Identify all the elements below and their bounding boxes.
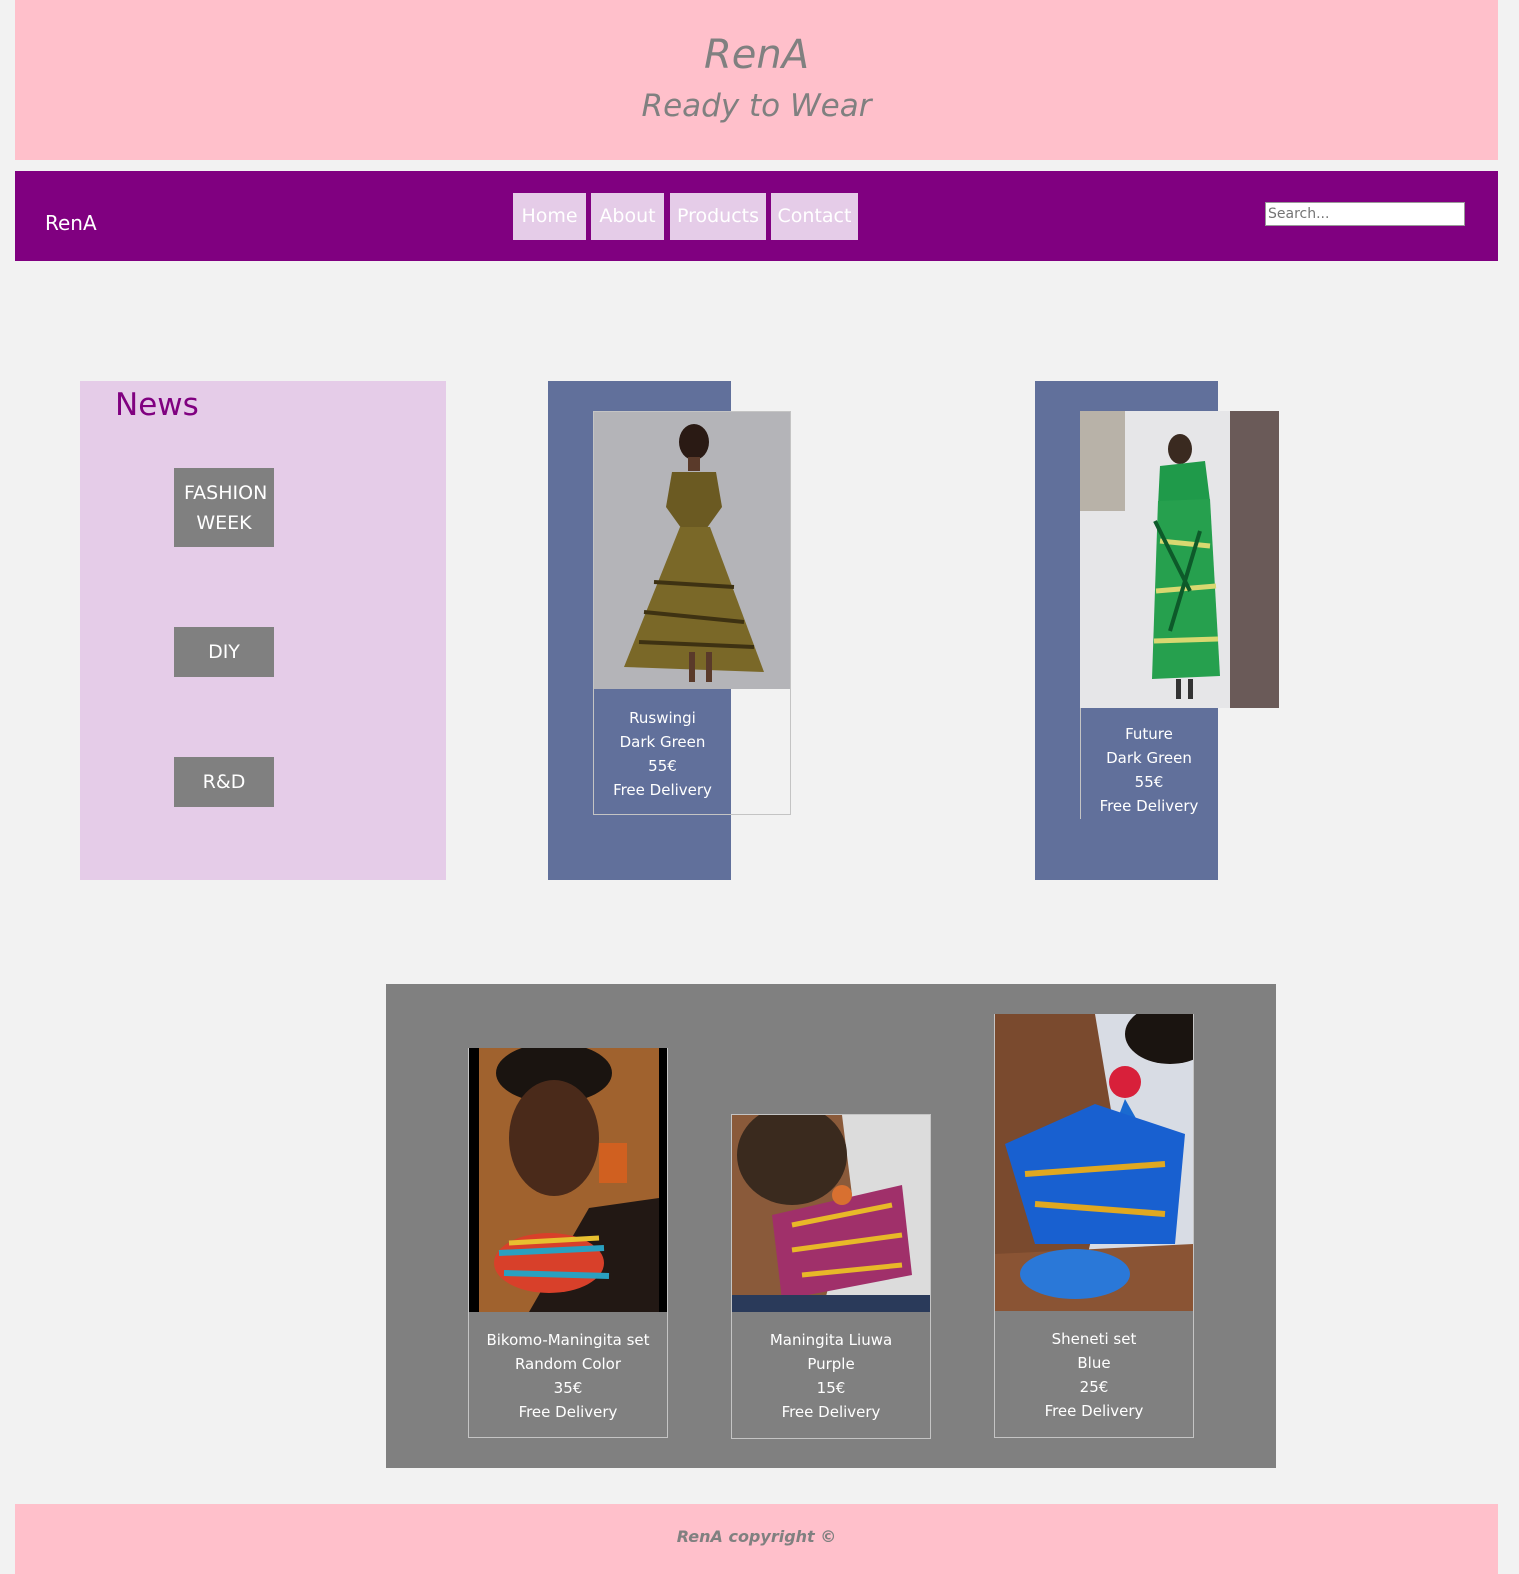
product-image-sheneti[interactable]: [995, 1014, 1193, 1311]
accessory-card-sheneti[interactable]: Sheneti set Blue 25€ Free Delivery: [994, 1014, 1194, 1438]
product-price: 15€: [816, 1379, 846, 1397]
product-name: Ruswingi: [629, 709, 696, 727]
product-info: Maningita Liuwa Purple 15€ Free Delivery: [732, 1312, 930, 1424]
product-price: 55€: [648, 757, 677, 775]
product-card-future[interactable]: Future Dark Green 55€ Free Delivery: [1080, 411, 1279, 834]
product-color: Purple: [807, 1355, 855, 1373]
site-footer: RenA copyright ©: [15, 1504, 1498, 1574]
accessory-card-maningita[interactable]: Maningita Liuwa Purple 15€ Free Delivery: [731, 1114, 931, 1439]
product-name: Maningita Liuwa: [769, 1331, 893, 1349]
news-button-diy[interactable]: DIY: [174, 627, 274, 677]
site-header: RenA Ready to Wear: [15, 0, 1498, 160]
search-input[interactable]: [1265, 202, 1465, 226]
news-button-rnd[interactable]: R&D: [174, 757, 274, 807]
nav-link-contact[interactable]: Contact: [771, 193, 858, 240]
product-card-ruswingi[interactable]: Ruswingi Dark Green 55€ Free Delivery: [593, 411, 791, 815]
product-info: Future Dark Green 55€ Free Delivery: [1080, 708, 1217, 819]
nav-link-about[interactable]: About: [591, 193, 664, 240]
copyright-text: RenA copyright ©: [676, 1527, 837, 1546]
site-subtitle: Ready to Wear: [641, 88, 872, 124]
nav-link-home[interactable]: Home: [513, 193, 586, 240]
product-info: Ruswingi Dark Green 55€ Free Delivery: [594, 689, 731, 802]
product-price: 25€: [1079, 1378, 1109, 1396]
product-name: Sheneti set: [1051, 1330, 1137, 1348]
product-image-maningita[interactable]: [732, 1115, 930, 1312]
product-info: Bikomo-Maningita set Random Color 35€ Fr…: [469, 1312, 667, 1424]
accessory-card-bikomo[interactable]: Bikomo-Maningita set Random Color 35€ Fr…: [468, 1048, 668, 1438]
product-color: Random Color: [514, 1355, 622, 1373]
nav-link-products[interactable]: Products: [670, 193, 766, 240]
product-color: Blue: [1077, 1354, 1111, 1372]
news-title: News: [115, 387, 199, 423]
accessories-section: Bikomo-Maningita set Random Color 35€ Fr…: [386, 984, 1276, 1468]
product-image-bikomo[interactable]: [469, 1048, 667, 1312]
product-color: Dark Green: [619, 733, 706, 751]
news-panel: News FASHION WEEK DIY R&D: [80, 381, 446, 880]
product-image-future[interactable]: [1080, 411, 1279, 708]
product-color: Dark Green: [1106, 749, 1192, 767]
product-delivery: Free Delivery: [613, 781, 712, 799]
product-delivery: Free Delivery: [1099, 797, 1199, 815]
product-name: Future: [1125, 725, 1173, 743]
navbar: RenA Home About Products Contact: [15, 171, 1498, 261]
product-delivery: Free Delivery: [518, 1403, 618, 1421]
nav-brand[interactable]: RenA: [45, 211, 97, 235]
product-name: Bikomo-Maningita set: [486, 1331, 650, 1349]
product-delivery: Free Delivery: [781, 1403, 881, 1421]
product-price: 35€: [553, 1379, 583, 1397]
site-title: RenA: [703, 32, 810, 78]
news-button-label: FASHION WEEK: [184, 481, 268, 534]
product-price: 55€: [1134, 773, 1164, 791]
product-delivery: Free Delivery: [1044, 1402, 1144, 1420]
product-image-ruswingi[interactable]: [594, 412, 790, 689]
product-info: Sheneti set Blue 25€ Free Delivery: [995, 1311, 1193, 1423]
news-button-fashion-week[interactable]: FASHION WEEK: [174, 468, 274, 547]
